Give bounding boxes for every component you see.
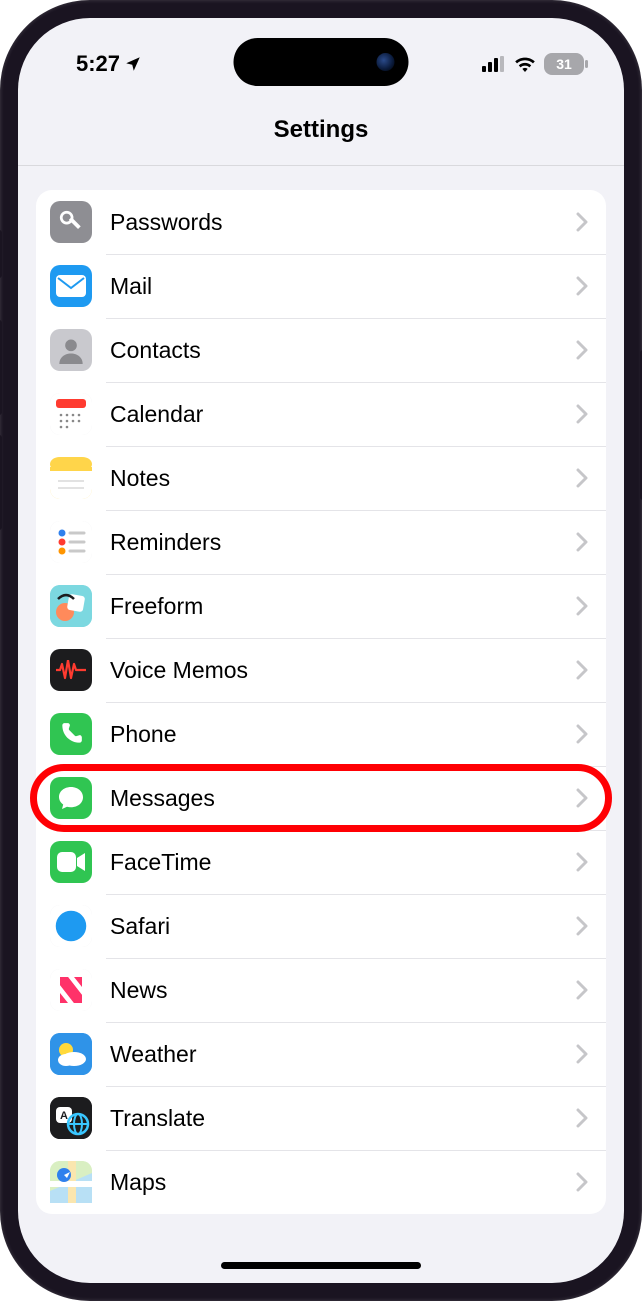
page-title: Settings (274, 116, 369, 144)
chevron-right-icon (576, 788, 588, 808)
svg-text:A: A (60, 1110, 68, 1122)
settings-list-container[interactable]: Passwords Mail Contacts Calendar Notes Remind… (18, 166, 624, 1283)
settings-row-mail[interactable]: Mail (36, 254, 606, 318)
nav-header: Settings (18, 94, 624, 166)
chevron-right-icon (576, 340, 588, 360)
settings-row-messages[interactable]: Messages (36, 766, 606, 830)
settings-row-label: Reminders (110, 529, 576, 556)
settings-row-calendar[interactable]: Calendar (36, 382, 606, 446)
chevron-right-icon (576, 212, 588, 232)
passwords-icon (50, 201, 92, 243)
chevron-right-icon (576, 532, 588, 552)
safari-icon (50, 905, 92, 947)
settings-row-translate[interactable]: A Translate (36, 1086, 606, 1150)
settings-row-label: Mail (110, 273, 576, 300)
settings-row-reminders[interactable]: Reminders (36, 510, 606, 574)
settings-row-freeform[interactable]: Freeform (36, 574, 606, 638)
settings-row-label: Weather (110, 1041, 576, 1068)
mail-icon (50, 265, 92, 307)
voicememos-icon (50, 649, 92, 691)
settings-row-label: Maps (110, 1169, 576, 1196)
reminders-icon (50, 521, 92, 563)
settings-row-notes[interactable]: Notes (36, 446, 606, 510)
wifi-icon (514, 56, 536, 72)
chevron-right-icon (576, 596, 588, 616)
freeform-icon (50, 585, 92, 627)
status-time: 5:27 (76, 51, 120, 77)
chevron-right-icon (576, 276, 588, 296)
device-frame: 5:27 (0, 0, 642, 1301)
settings-group: Passwords Mail Contacts Calendar Notes Remind… (36, 190, 606, 1214)
front-camera (377, 53, 395, 71)
settings-row-label: Contacts (110, 337, 576, 364)
chevron-right-icon (576, 404, 588, 424)
chevron-right-icon (576, 1044, 588, 1064)
settings-row-weather[interactable]: Weather (36, 1022, 606, 1086)
facetime-icon (50, 841, 92, 883)
settings-row-label: FaceTime (110, 849, 576, 876)
settings-row-label: Phone (110, 721, 576, 748)
messages-icon (50, 777, 92, 819)
screen: 5:27 (18, 18, 624, 1283)
settings-row-contacts[interactable]: Contacts (36, 318, 606, 382)
vol-up-button (0, 320, 2, 415)
settings-row-news[interactable]: News (36, 958, 606, 1022)
settings-row-safari[interactable]: Safari (36, 894, 606, 958)
phone-icon (50, 713, 92, 755)
settings-row-label: Voice Memos (110, 657, 576, 684)
calendar-icon (50, 393, 92, 435)
chevron-right-icon (576, 852, 588, 872)
settings-row-label: News (110, 977, 576, 1004)
settings-row-passwords[interactable]: Passwords (36, 190, 606, 254)
dynamic-island (234, 38, 409, 86)
settings-row-label: Calendar (110, 401, 576, 428)
settings-row-facetime[interactable]: FaceTime (36, 830, 606, 894)
location-icon (124, 55, 142, 73)
settings-row-phone[interactable]: Phone (36, 702, 606, 766)
chevron-right-icon (576, 660, 588, 680)
settings-row-label: Notes (110, 465, 576, 492)
news-icon (50, 969, 92, 1011)
settings-row-label: Freeform (110, 593, 576, 620)
chevron-right-icon (576, 980, 588, 1000)
settings-row-label: Safari (110, 913, 576, 940)
vol-down-button (0, 435, 2, 530)
chevron-right-icon (576, 1172, 588, 1192)
contacts-icon (50, 329, 92, 371)
maps-icon (50, 1161, 92, 1203)
battery-level: 31 (556, 56, 572, 72)
settings-row-label: Messages (110, 785, 576, 812)
chevron-right-icon (576, 916, 588, 936)
settings-row-maps[interactable]: Maps (36, 1150, 606, 1214)
chevron-right-icon (576, 724, 588, 744)
weather-icon (50, 1033, 92, 1075)
settings-row-label: Passwords (110, 209, 576, 236)
settings-row-label: Translate (110, 1105, 576, 1132)
settings-row-voicememos[interactable]: Voice Memos (36, 638, 606, 702)
chevron-right-icon (576, 1108, 588, 1128)
side-button (0, 230, 2, 278)
home-indicator[interactable] (221, 1262, 421, 1269)
notes-icon (50, 457, 92, 499)
cellular-icon (482, 56, 506, 72)
chevron-right-icon (576, 468, 588, 488)
translate-icon: A (50, 1097, 92, 1139)
battery-icon: 31 (544, 53, 584, 75)
